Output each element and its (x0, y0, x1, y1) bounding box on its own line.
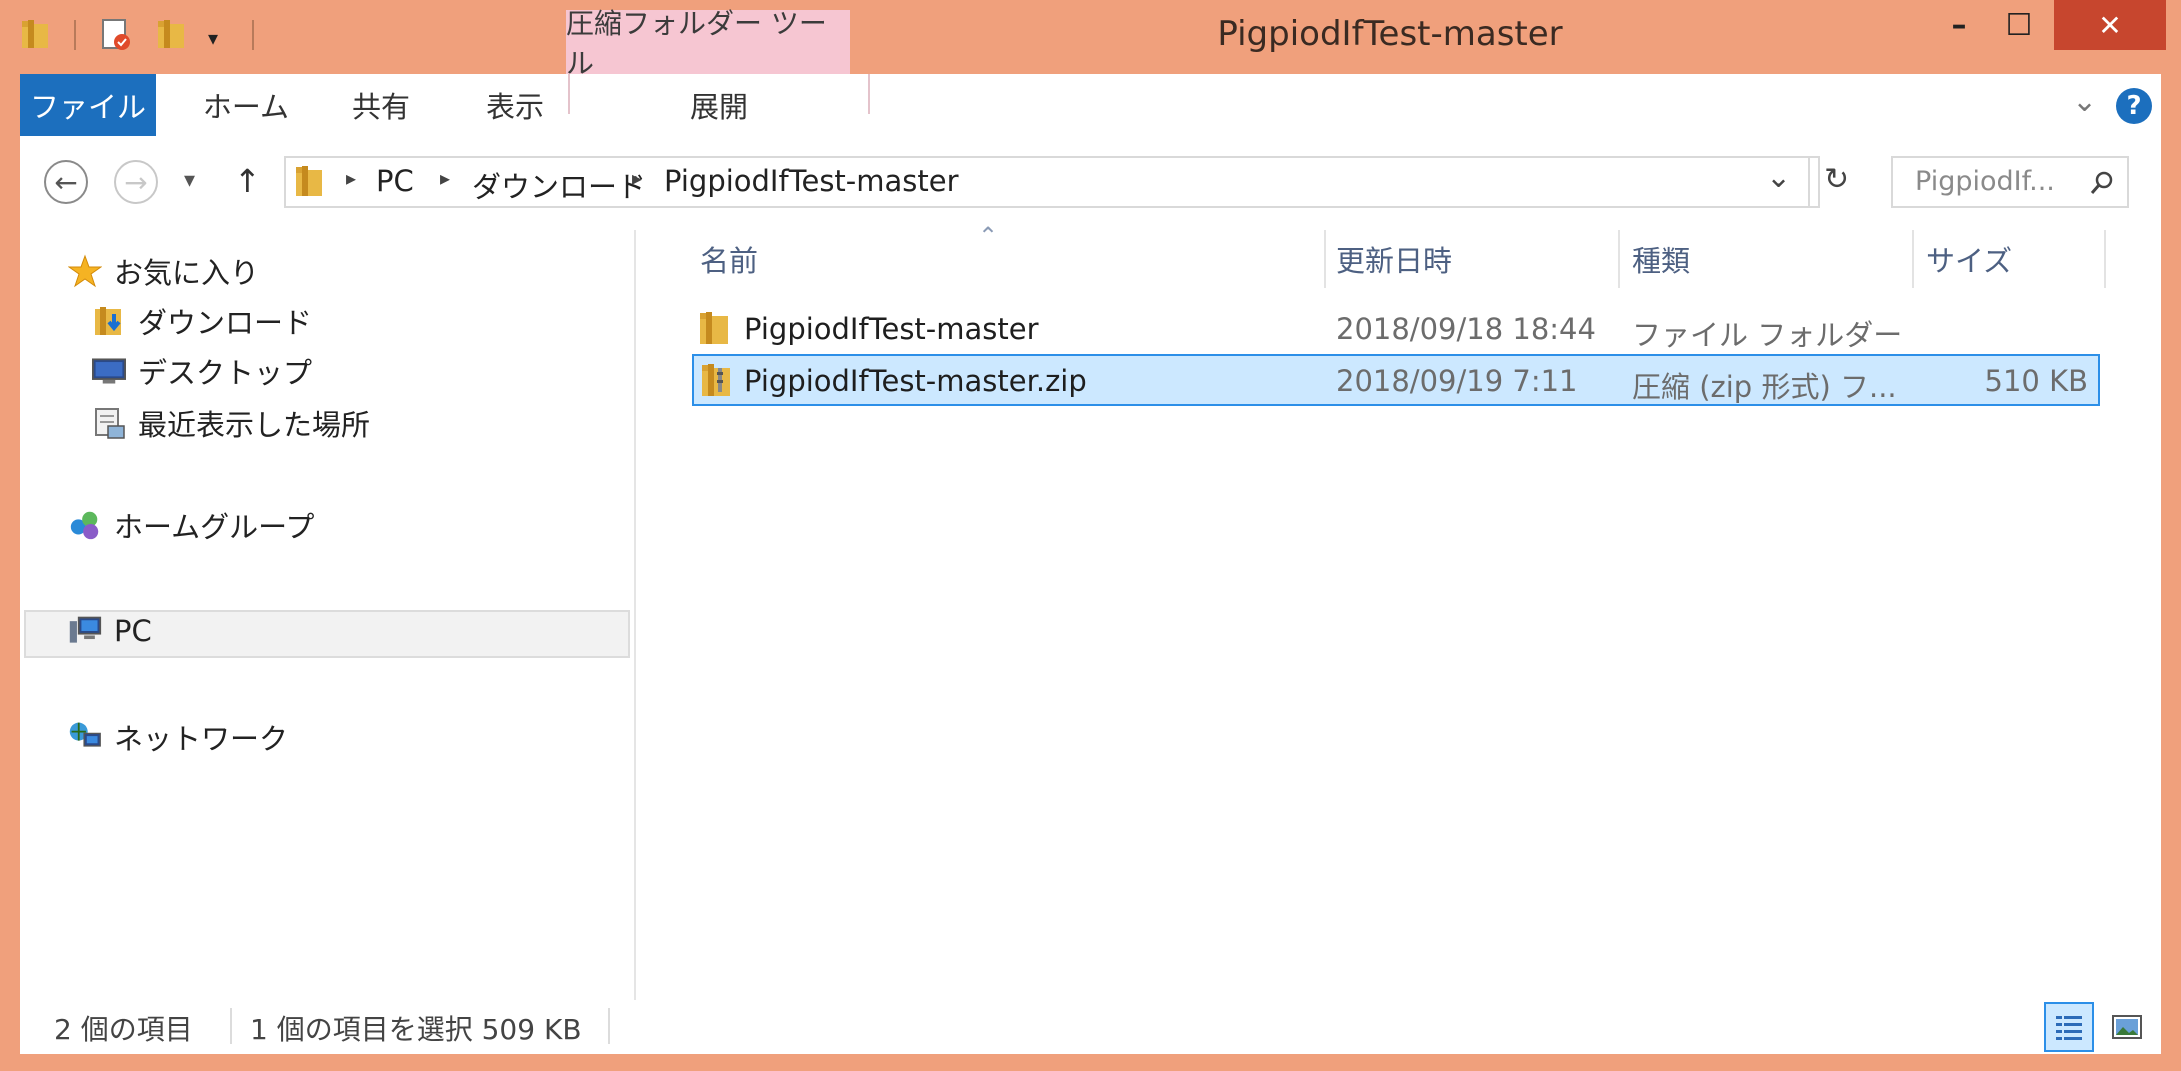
file-type: 圧縮 (zip 形式) フ... (1632, 370, 1897, 404)
back-button[interactable]: ← (44, 160, 88, 204)
zip-folder-icon (700, 362, 732, 402)
main-content: お気に入り ダウンロード デスクトップ 最近表示した場所 ホームグループ PC … (20, 222, 2161, 1000)
ribbon-collapse-icon[interactable]: ⌄ (2072, 84, 2097, 119)
file-size: 510 KB (1984, 364, 2088, 398)
item-count: 2 個の項目 (54, 1013, 193, 1046)
nav-label: ネットワーク (114, 722, 289, 756)
table-row-selected[interactable]: PigpiodIfTest-master.zip 2018/09/19 7:11… (692, 354, 2100, 406)
context-tab-divider (868, 74, 870, 114)
new-folder-icon[interactable] (156, 18, 186, 54)
breadcrumb-pc[interactable]: PC (376, 164, 414, 198)
nav-item-downloads[interactable]: ダウンロード (92, 300, 312, 342)
folder-icon (698, 310, 730, 350)
address-divider (1808, 158, 1810, 206)
folder-icon[interactable] (20, 18, 50, 54)
nav-item-homegroup[interactable]: ホームグループ (68, 504, 314, 546)
details-view-icon (2056, 1016, 2082, 1040)
search-input[interactable]: PigpiodIf... (1915, 166, 2055, 197)
folder-icon (294, 164, 324, 202)
table-row[interactable]: PigpiodIfTest-master 2018/09/18 18:44 ファ… (692, 302, 2100, 354)
selection-info: 1 個の項目を選択 509 KB (250, 1013, 582, 1046)
tab-share[interactable]: 共有 (326, 74, 436, 136)
nav-item-network[interactable]: ネットワーク (68, 716, 288, 758)
homegroup-icon (68, 508, 102, 542)
search-icon[interactable] (2089, 170, 2115, 196)
column-divider[interactable] (1912, 230, 1914, 288)
close-button[interactable]: ✕ (2054, 0, 2166, 50)
column-header-size[interactable]: サイズ (1926, 230, 2012, 288)
tab-file[interactable]: ファイル (20, 74, 156, 136)
column-header-name[interactable]: 名前 (700, 230, 758, 288)
pc-icon (68, 614, 102, 648)
tab-home[interactable]: ホーム (186, 74, 306, 136)
recent-locations-icon[interactable]: ▾ (184, 168, 195, 193)
toolbar-divider (252, 20, 254, 50)
nav-label: デスクトップ (138, 356, 313, 390)
status-divider (230, 1008, 232, 1044)
address-dropdown-icon[interactable]: ⌄ (1766, 160, 1791, 195)
file-modified: 2018/09/18 18:44 (1336, 312, 1596, 346)
breadcrumb-separator-icon[interactable]: ▸ (440, 166, 450, 190)
window-title: PigpiodIfTest-master (1217, 14, 1563, 54)
file-list: ⌃ 名前 更新日時 種類 サイズ PigpiodIfTest-master 20… (636, 222, 2161, 1000)
breadcrumb-downloads[interactable]: ダウンロード (472, 164, 646, 206)
customize-toolbar-icon[interactable]: ▾ (208, 26, 218, 50)
breadcrumb-separator-icon[interactable]: ▸ (632, 166, 642, 190)
address-row: ← → ▾ ↑ ▸ PC ▸ ダウンロード ▸ PigpiodIfTest-ma… (20, 136, 2161, 230)
nav-label: PC (114, 614, 152, 648)
toolbar-divider (74, 20, 76, 50)
file-type: ファイル フォルダー (1632, 318, 1903, 352)
help-icon[interactable]: ? (2116, 88, 2152, 124)
column-header-type[interactable]: 種類 (1632, 230, 1690, 288)
properties-icon[interactable] (100, 18, 132, 56)
network-icon (68, 720, 102, 754)
nav-label: ダウンロード (138, 306, 313, 340)
title-bar: ▾ 圧縮フォルダー ツール PigpiodIfTest-master – ☐ ✕ (0, 0, 2181, 80)
ribbon-tabs: ファイル ホーム 共有 表示 展開 ⌄ ? (20, 74, 2161, 138)
tab-view[interactable]: 表示 (450, 74, 580, 136)
breadcrumb-current-folder[interactable]: PigpiodIfTest-master (664, 164, 959, 198)
column-header-modified[interactable]: 更新日時 (1336, 230, 1452, 288)
details-view-button[interactable] (2044, 1002, 2094, 1052)
downloads-folder-icon (92, 304, 126, 338)
forward-button[interactable]: → (114, 160, 158, 204)
status-divider (608, 1008, 610, 1044)
nav-item-desktop[interactable]: デスクトップ (92, 350, 312, 392)
refresh-icon[interactable]: ↻ (1824, 162, 1849, 197)
address-bar[interactable]: ▸ PC ▸ ダウンロード ▸ PigpiodIfTest-master ⌄ (284, 156, 1820, 208)
nav-label: 最近表示した場所 (138, 408, 371, 442)
star-icon (68, 254, 102, 288)
nav-label: ホームグループ (114, 510, 315, 544)
large-icons-view-icon (2112, 1015, 2142, 1039)
nav-item-favorites[interactable]: お気に入り (68, 250, 259, 292)
desktop-icon (92, 354, 126, 388)
navigation-pane: お気に入り ダウンロード デスクトップ 最近表示した場所 ホームグループ PC … (20, 230, 636, 1000)
status-bar: 2 個の項目 1 個の項目を選択 509 KB (20, 1000, 2161, 1054)
compressed-folder-tools-tab: 圧縮フォルダー ツール (566, 7, 850, 80)
nav-item-pc[interactable]: PC (68, 614, 152, 648)
sort-ascending-icon: ⌃ (978, 222, 999, 250)
file-name: PigpiodIfTest-master.zip (744, 364, 1087, 398)
column-divider[interactable] (1618, 230, 1620, 288)
maximize-button[interactable]: ☐ (1980, 0, 2058, 50)
large-icons-view-button[interactable] (2102, 1002, 2152, 1052)
file-name: PigpiodIfTest-master (744, 312, 1039, 346)
nav-label: お気に入り (114, 256, 260, 290)
tab-extract[interactable]: 展開 (570, 74, 868, 136)
column-divider[interactable] (2104, 230, 2106, 288)
up-button[interactable]: ↑ (234, 162, 261, 200)
column-divider[interactable] (1324, 230, 1326, 288)
breadcrumb-separator-icon[interactable]: ▸ (346, 166, 356, 190)
nav-item-recent-places[interactable]: 最近表示した場所 (92, 402, 370, 444)
file-modified: 2018/09/19 7:11 (1336, 364, 1578, 398)
search-box[interactable]: PigpiodIf... (1891, 156, 2129, 208)
recent-places-icon (92, 406, 126, 440)
